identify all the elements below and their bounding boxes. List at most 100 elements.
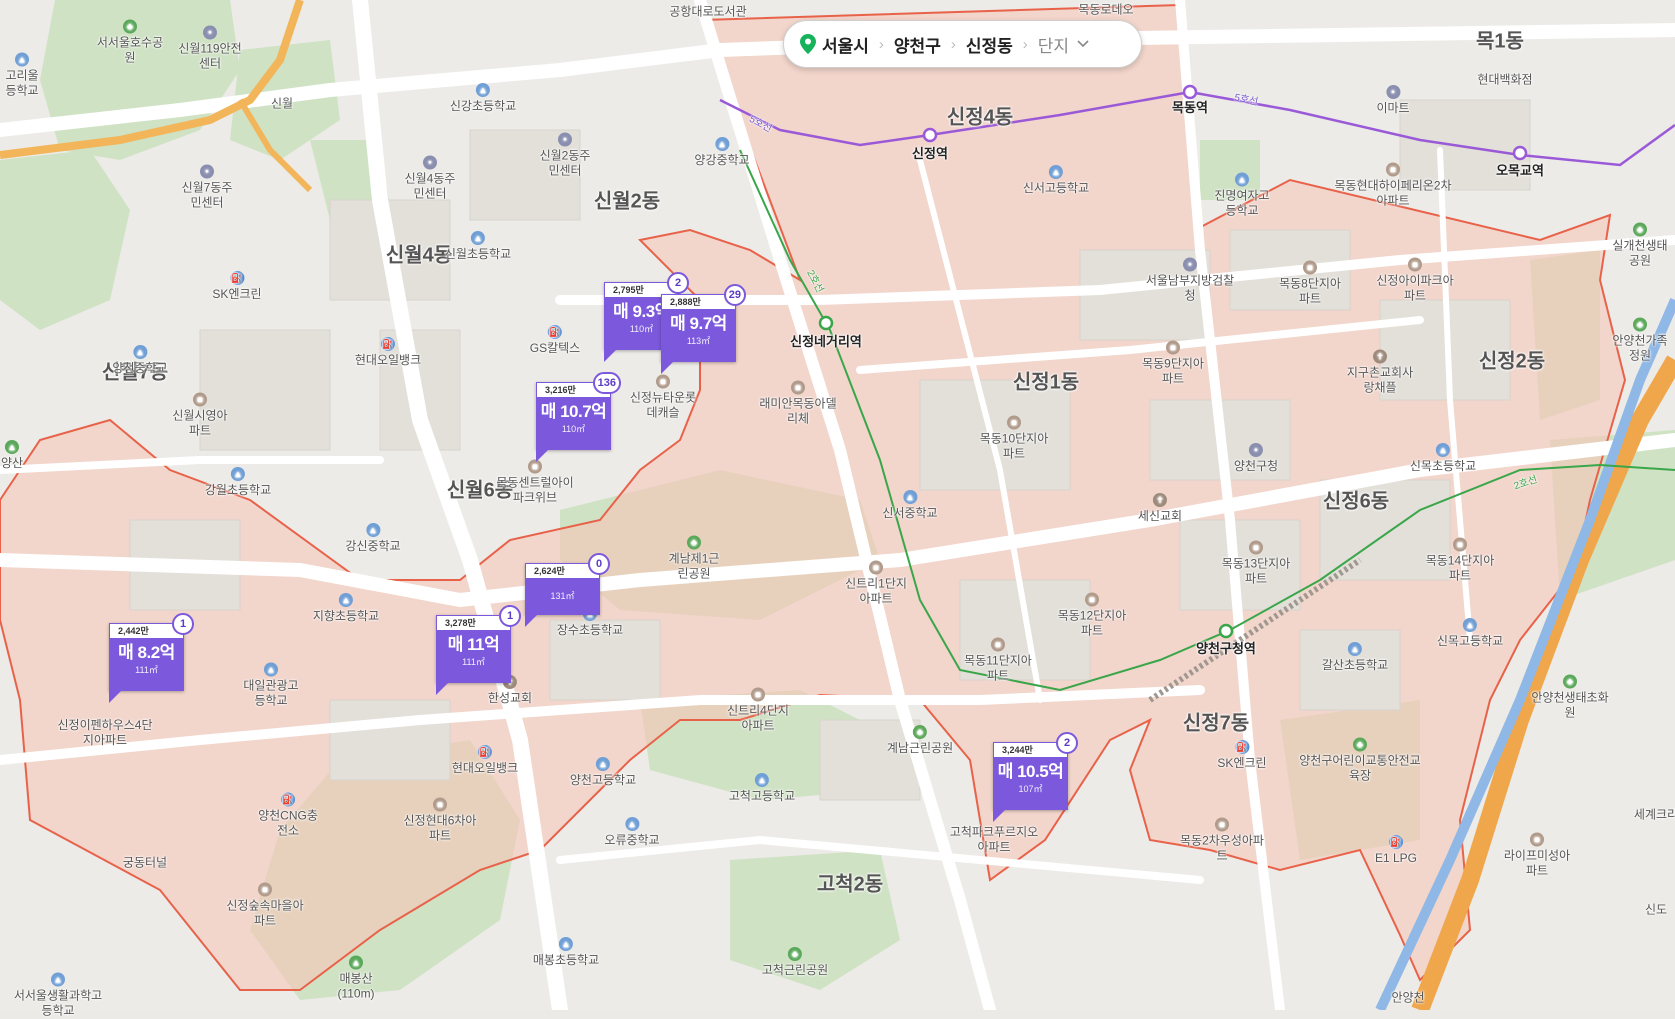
poi-maebongsan[interactable]: ▲ 매봉산(110m) [331,955,381,1002]
poi-hyundai-oilbank-south[interactable]: ⛽ 현대오일뱅크 [452,744,518,776]
poi-shinjeong-forest-village[interactable]: ■ 신정숲속마을아파트 [225,882,305,929]
poi-gocheok-park[interactable]: ♣ 고척근린공원 [762,946,828,978]
poi-sk-encrean-east[interactable]: ⛽ SK엔크린 [1217,739,1267,771]
poi-yanggang-middle[interactable]: ▲ 양강중학교 [694,136,750,168]
apartment-icon: ■ [656,374,670,389]
price-marker[interactable]: 2,442만 매 8.2억 111㎡ 1 [109,613,194,703]
poi-shinmok-high[interactable]: ▲ 신목고등학교 [1437,617,1503,649]
apartment-icon: ■ [751,687,765,702]
poi-shinwol-119[interactable]: • 신월119안전센터 [174,25,246,72]
poi-mokdong-9[interactable]: ■ 목동9단지아파트 [1138,340,1208,387]
map-canvas[interactable]: 신정4동 신정1동 신정2동 신정6동 신정7동 신월2동 신월4동 신월6동 … [0,0,1675,1018]
poi-oryu-middle[interactable]: ▲ 오류중학교 [604,816,660,848]
poi-mokdong-8[interactable]: ■ 목동8단지아파트 [1275,260,1345,307]
poi-jihyang-elementary[interactable]: ▲ 지향초등학교 [313,592,379,624]
poi-shinwol-elementary[interactable]: ▲ 신월초등학교 [445,230,511,262]
poi-mokdong-central-ipark[interactable]: ■ 목동센트럴아이파크위브 [495,459,575,506]
poi-hyundai-hyperion-2[interactable]: ■ 목동현대하이페리온2차아파트 [1333,162,1453,209]
poi-yangcheon-gu-office[interactable]: • 양천구청 [1234,442,1278,474]
poi-seoseoul-lake-park[interactable]: ♣ 서서울호수공원 [94,19,166,66]
school-icon: ▲ [714,137,729,151]
poi-shinjeong-ipenhouse-4[interactable]: 신정이펜하우스4단지아파트 [55,718,155,748]
poi-galsan-elementary[interactable]: ▲ 갈산초등학교 [1322,641,1388,673]
poi-yangcheon-middle[interactable]: ▲ 양천중학교 [112,344,168,376]
breadcrumb-complex-dropdown[interactable]: 단지 [1038,32,1089,57]
price-marker[interactable]: 2,888만 매 9.7억 113㎡ 29 [661,284,746,374]
school-icon: ▲ [365,523,380,537]
poi-seoseoul-life-science-high[interactable]: ▲ 서서울생활과학고등학교 [13,972,103,1019]
school-icon: ▲ [264,662,278,677]
poi-daeil-tourism-high[interactable]: ▲ 대일관광고등학교 [241,662,301,709]
poi-seoul-south-prosecutors[interactable]: • 서울남부지방검찰청 [1145,257,1235,304]
poi-sk-encrean-west[interactable]: ⛽ SK엔크린 [212,270,262,302]
poi-gyenam-park[interactable]: ♣ 계남근린공원 [887,724,953,756]
poi-shinwol4-center[interactable]: • 신월4동주민센터 [400,155,460,202]
apartment-icon: ■ [1215,817,1229,832]
poi-yangcheon-traffic-safety[interactable]: ♣ 양천구어린이교통안전교육장 [1295,737,1425,784]
school-icon: ▲ [1436,443,1450,457]
station-yangcheon-gu-office[interactable]: 양천구청역 [1196,641,1256,657]
poi-shinseo-high[interactable]: ▲ 신서고등학교 [1023,164,1089,196]
listing-count-badge: 1 [172,613,194,635]
map-base[interactable] [0,0,1675,1010]
poi-silgaecheon-eco-park[interactable]: ♣ 실개천생태공원 [1610,222,1670,269]
price-marker[interactable]: 3,244만 매 10.5억 107㎡ 2 [993,732,1078,822]
poi-mokdong-10[interactable]: ■ 목동10단지아파트 [979,415,1049,462]
price-marker[interactable]: 3,278만 매 11억 111㎡ 1 [436,605,521,695]
poi-maebong-elementary[interactable]: ▲ 매봉초등학교 [533,936,599,968]
station-mokdong[interactable]: 목동역 [1172,100,1208,116]
poi-anyangcheon-flower-garden[interactable]: ♣ 안양천생태초화원 [1530,674,1610,721]
poi-shinwol-siyoung-apt[interactable]: ■ 신월시영아파트 [170,392,230,439]
poi-hyundai-department-store[interactable]: 현대백화점 [1477,73,1532,88]
poi-shinjeong-ipark[interactable]: ■ 신정아이파크아파트 [1375,257,1455,304]
poi-gangwol-elementary[interactable]: ▲ 강월초등학교 [205,466,271,498]
poi-jiguchon-church[interactable]: ✝ 지구촌교회사랑채플 [1345,349,1415,396]
government-icon: • [1248,443,1263,457]
breadcrumb-city[interactable]: 서울시 [822,32,869,57]
poi-sesin-church[interactable]: ✝ 세신교회 [1138,492,1182,524]
region-breadcrumb: 서울시 › 양천구 › 신정동 › 단지 [783,20,1142,68]
breadcrumb-district[interactable]: 양천구 [894,32,941,57]
poi-mokdong-13[interactable]: ■ 목동13단지아파트 [1221,540,1291,587]
poi-yangcheon-high[interactable]: ▲ 양천고등학교 [570,756,636,788]
poi-goriul-school[interactable]: ▲ 고리울등학교 [2,52,42,99]
poi-emart[interactable]: • 이마트 [1376,84,1410,116]
poi-life-miseong[interactable]: ■ 라이프미성아파트 [1502,832,1572,879]
station-omokgyo[interactable]: 오목교역 [1496,163,1544,179]
station-shinjeong-4way[interactable]: 신정네거리역 [790,334,862,350]
price-marker[interactable]: 2,624만 131㎡ 0 [525,553,610,627]
poi-shinseo-middle[interactable]: ▲ 신서중학교 [882,489,938,521]
poi-gs-caltex[interactable]: ⛽ GS칼텍스 [530,324,580,356]
poi-shinwol7-center[interactable]: • 신월7동주민센터 [177,164,237,211]
poi-gocheok-high[interactable]: ▲ 고척고등학교 [729,772,795,804]
poi-shinwol2-center[interactable]: • 신월2동주민센터 [535,132,595,179]
poi-mokdong-12[interactable]: ■ 목동12단지아파트 [1057,592,1127,639]
poi-shinwol-ic: 신월 [270,96,294,111]
marker-area: 111㎡ [462,657,485,667]
poi-yangsan[interactable]: ▲ 양산 [1,439,23,471]
apartment-icon: ■ [791,380,805,395]
poi-shinmok-elementary[interactable]: ▲ 신목초등학교 [1410,442,1476,474]
poi-shinjeong-hyundai-6[interactable]: ■ 신정현대6차아파트 [400,797,480,844]
station-shinjeong[interactable]: 신정역 [912,146,948,162]
poi-raemian-mokdong[interactable]: ■ 래미안목동아델리체 [758,380,838,427]
poi-shinjeong-newtown-lotte[interactable]: ■ 신정뉴타운롯데캐슬 [628,374,698,421]
marker-price: 매 10.7억 [540,402,607,421]
breadcrumb-dong[interactable]: 신정동 [966,32,1013,57]
poi-gyenam-park-1[interactable]: ♣ 계남제1근린공원 [664,535,724,582]
poi-mokdong-14[interactable]: ■ 목동14단지아파트 [1425,537,1495,584]
poi-shintree-4[interactable]: ■ 신트리4단지아파트 [723,687,793,734]
poi-anyangcheon-family-garden[interactable]: ♣ 안양천가족정원 [1610,317,1670,364]
poi-gangshin-middle[interactable]: ▲ 강신중학교 [345,522,401,554]
poi-yangcheon-cng[interactable]: ⛽ 양천CNG충전소 [258,792,318,839]
poi-mokdong-11[interactable]: ■ 목동11단지아파트 [963,637,1033,684]
marker-price: 매 9.7억 [670,314,727,333]
poi-gocheok-park-prugio[interactable]: 고척파크푸르지오아파트 [949,825,1039,855]
price-marker[interactable]: 3,216만 매 10.7억 110㎡ 136 [536,372,621,462]
poi-mokdong-2-woosung[interactable]: ■ 목동2차우성아파트 [1177,817,1267,864]
poi-shintree-1[interactable]: ■ 신트리1단지아파트 [841,560,911,607]
poi-e1-lpg[interactable]: ⛽ E1 LPG [1375,834,1417,866]
poi-hyundai-oilbank-north[interactable]: ⛽ 현대오일뱅크 [355,336,421,368]
poi-jinmyeong-girls-high[interactable]: ▲ 진명여자고등학교 [1212,172,1272,219]
poi-shingang-elementary[interactable]: ▲ 신강초등학교 [450,82,516,114]
